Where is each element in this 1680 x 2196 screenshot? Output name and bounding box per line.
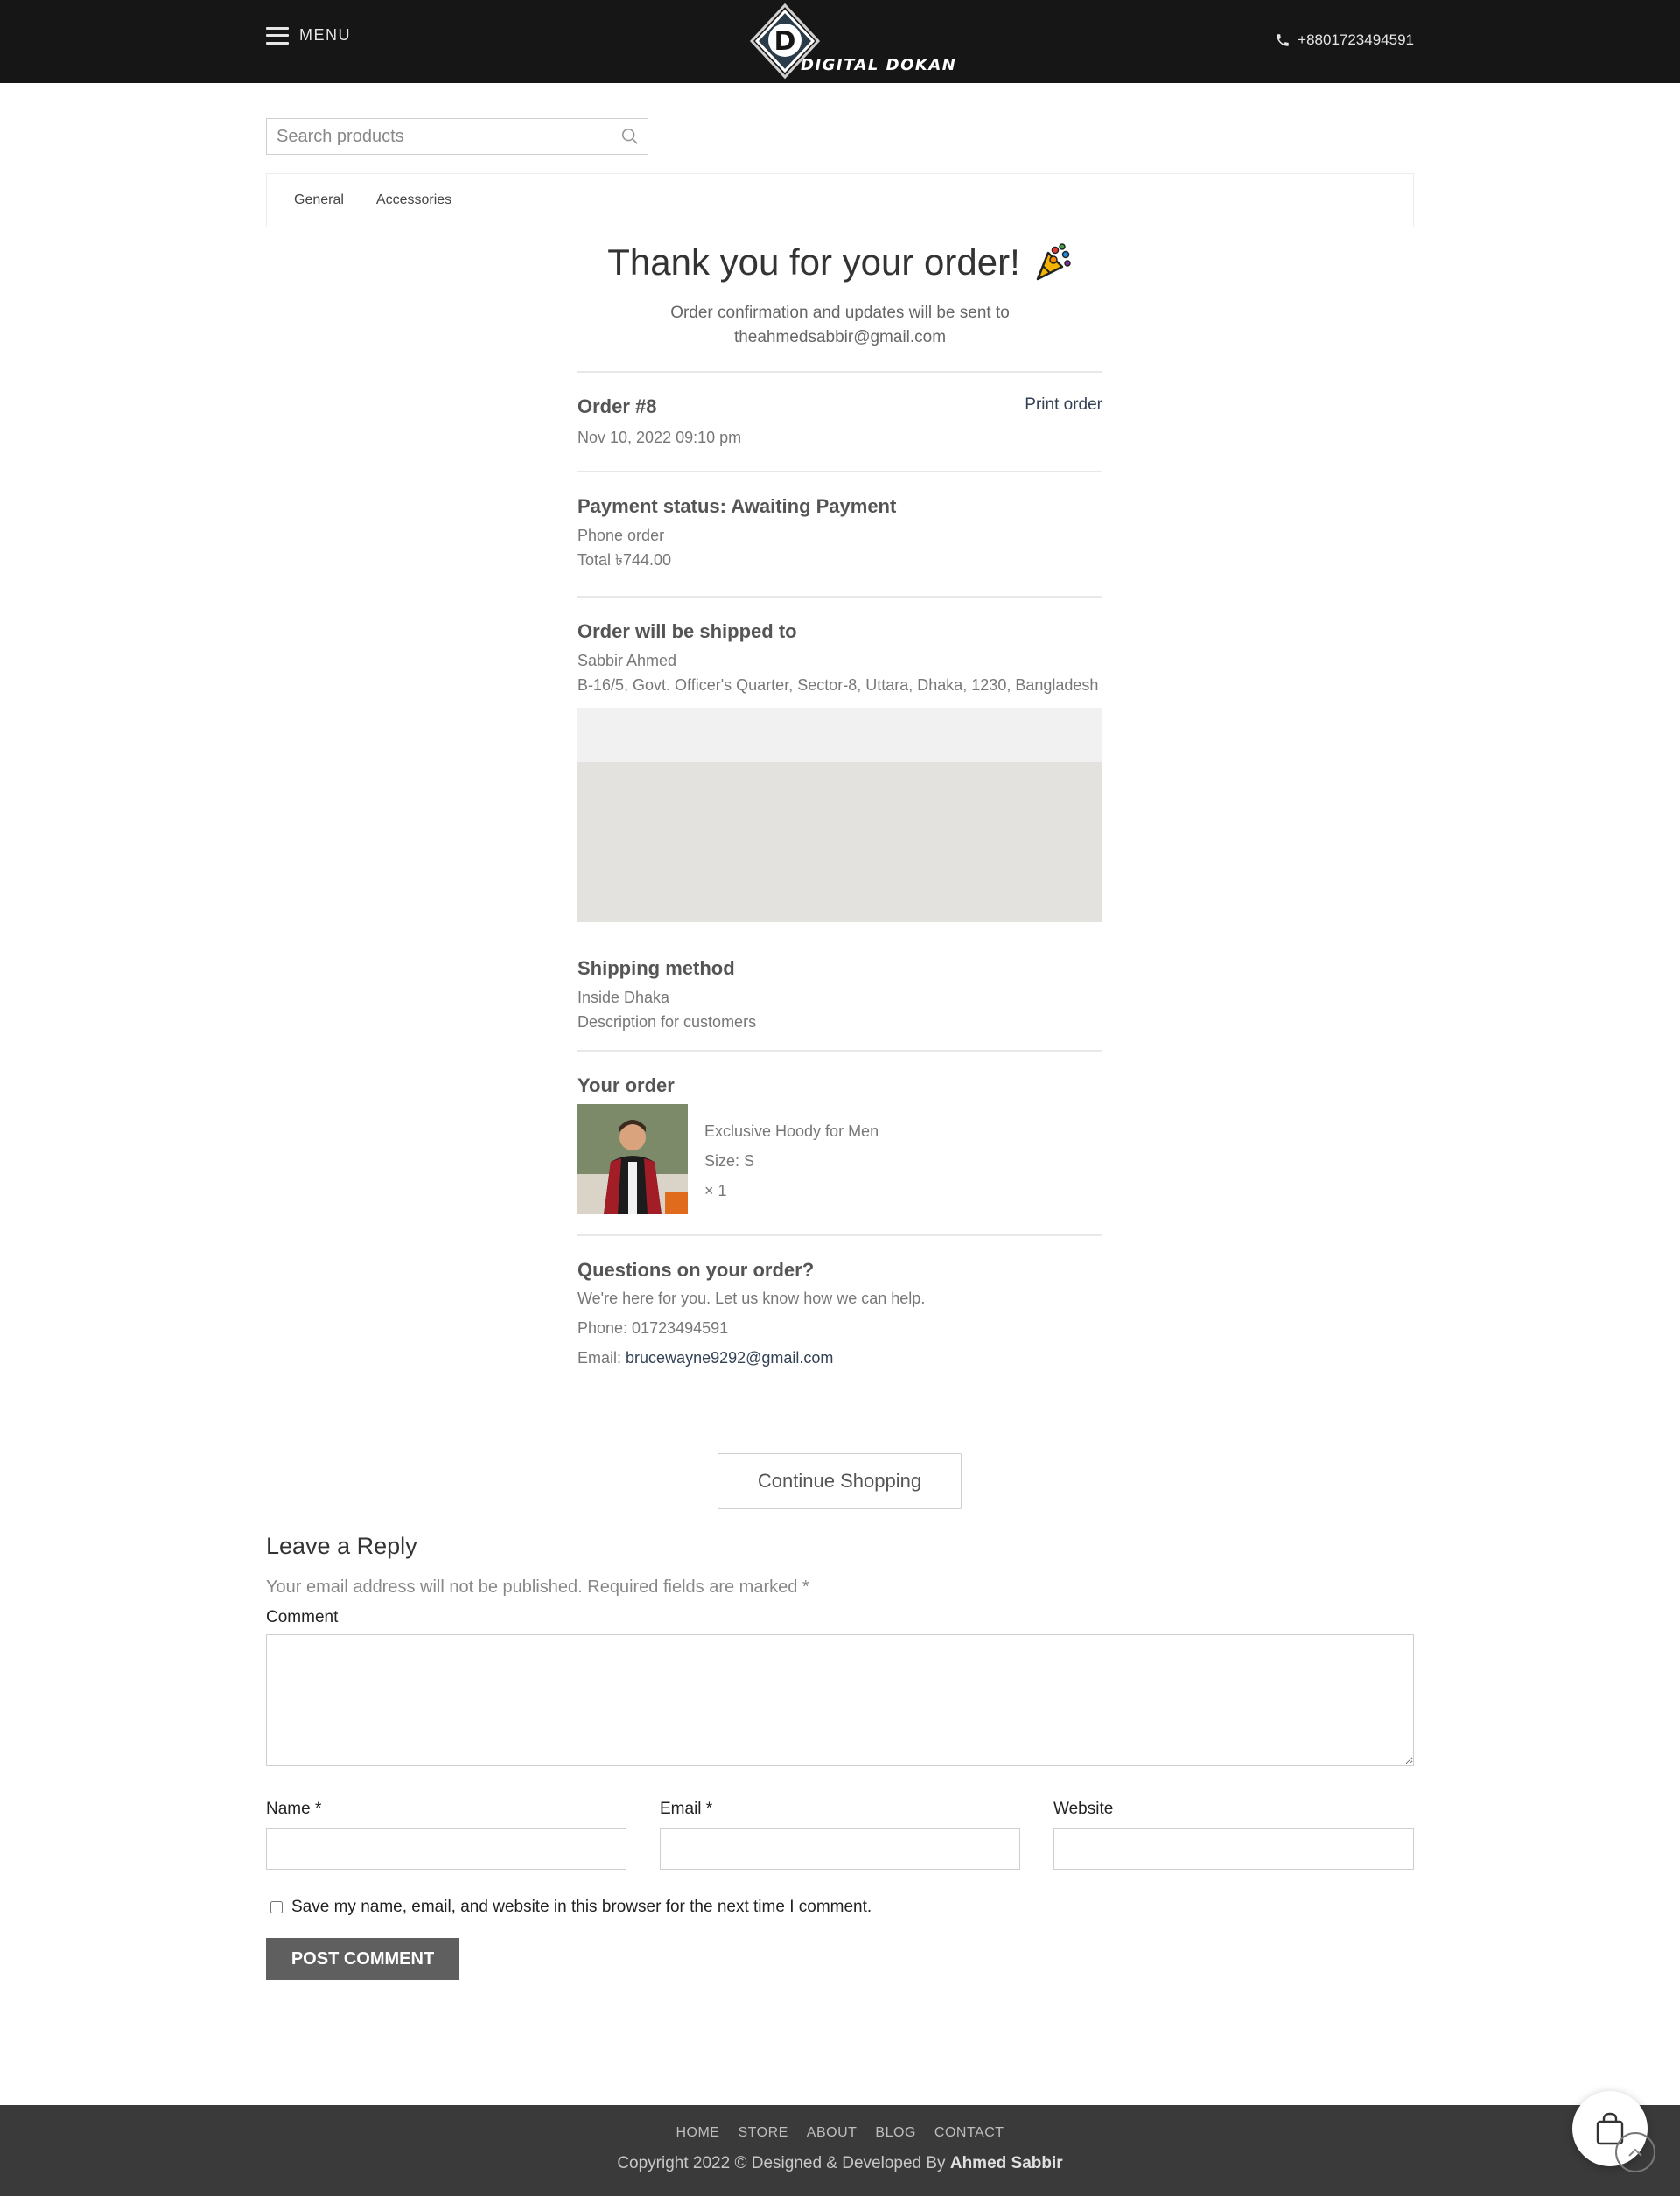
header-phone[interactable]: +8801723494591 <box>1275 31 1414 49</box>
category-nav: General Accessories <box>266 173 1414 227</box>
footer-link-contact[interactable]: CONTACT <box>934 2125 1004 2141</box>
questions-text: We're here for you. Let us know how we c… <box>578 1290 926 1307</box>
order-total: Total ৳744.00 <box>578 548 1102 572</box>
order-number: Order #8 <box>578 395 657 417</box>
product-thumbnail <box>578 1104 688 1214</box>
copyright-author: Ahmed Sabbir <box>949 2154 1063 2172</box>
menu-label: MENU <box>299 26 351 44</box>
category-general[interactable]: General <box>294 192 344 208</box>
post-comment-button[interactable]: POST COMMENT <box>266 1938 459 1980</box>
your-order-title: Your order <box>578 1074 675 1096</box>
email-field[interactable] <box>660 1828 1020 1870</box>
website-field[interactable] <box>1054 1828 1414 1870</box>
site-header: MENU D DIGITAL DOKAN +8801723494591 <box>0 0 1680 83</box>
reply-heading: Leave a Reply <box>266 1533 417 1559</box>
footer-link-store[interactable]: STORE <box>738 2125 788 2141</box>
comment-author-fields: Name * Email * Website <box>266 1800 1414 1870</box>
footer-link-blog[interactable]: BLOG <box>875 2125 915 2141</box>
website-label: Website <box>1054 1800 1114 1818</box>
order-item: Exclusive Hoody for Men Size: S × 1 <box>578 1104 1102 1214</box>
site-logo[interactable]: D DIGITAL DOKAN <box>749 3 956 80</box>
copyright: Copyright 2022 © Designed & Developed By… <box>0 2154 1680 2173</box>
order-item-info: Exclusive Hoody for Men Size: S × 1 <box>704 1104 878 1214</box>
hamburger-icon <box>266 26 289 45</box>
product-size: Size: S <box>704 1152 755 1170</box>
email-field-group: Email * <box>660 1800 1020 1870</box>
confirmation-subtitle: Order confirmation and updates will be s… <box>578 301 1102 350</box>
shipping-method-block: Shipping method Inside Dhaka Description… <box>578 957 1102 1050</box>
shipping-title: Order will be shipped to <box>578 620 797 642</box>
search-box <box>266 118 648 155</box>
order-confirmation: Thank you for your order! Order confirma… <box>578 234 1102 1373</box>
footer-link-about[interactable]: ABOUT <box>807 2125 858 2141</box>
name-label: Name * <box>266 1800 322 1818</box>
shipping-section: Order will be shipped to Sabbir Ahmed B-… <box>578 596 1102 1050</box>
thank-you-heading: Thank you for your order! <box>578 234 1102 290</box>
questions-section: Questions on your order? We're here for … <box>578 1234 1102 1373</box>
chevron-up-icon <box>1628 2148 1642 2157</box>
comment-label: Comment <box>266 1608 339 1626</box>
save-info-checkbox[interactable] <box>270 1901 283 1913</box>
search-icon[interactable] <box>612 119 648 154</box>
questions-phone: Phone: 01723494591 <box>578 1319 729 1337</box>
order-date: Nov 10, 2022 09:10 pm <box>578 429 742 446</box>
order-total-label: Total <box>578 551 612 569</box>
product-name: Exclusive Hoody for Men <box>704 1122 879 1140</box>
menu-button[interactable]: MENU <box>266 26 351 45</box>
site-footer: HOME STORE ABOUT BLOG CONTACT Copyright … <box>0 2105 1680 2196</box>
map-top-band <box>578 708 1102 762</box>
confirmation-email: theahmedsabbir@gmail.com <box>733 328 947 346</box>
payment-method: Phone order <box>578 527 665 544</box>
save-info-label: Save my name, email, and website in this… <box>291 1898 872 1916</box>
copyright-text: Copyright 2022 © Designed & Developed By <box>617 2154 946 2172</box>
shipping-address: B-16/5, Govt. Officer's Quarter, Sector-… <box>578 676 1099 694</box>
name-field-group: Name * <box>266 1800 626 1870</box>
print-order-link[interactable]: Print order <box>1025 395 1102 415</box>
shipping-method-description: Description for customers <box>578 1013 757 1031</box>
comment-form: Leave a Reply Your email address will no… <box>266 1533 1414 1980</box>
questions-email-label: Email: <box>578 1349 622 1367</box>
shipping-name: Sabbir Ahmed <box>578 652 677 669</box>
your-order-section: Your order Exclusive Hoody for Men Size: <box>578 1050 1102 1234</box>
search-input[interactable] <box>276 126 612 147</box>
order-summary-section: Order #8 Print order Nov 10, 2022 09:10 … <box>578 371 1102 471</box>
footer-nav: HOME STORE ABOUT BLOG CONTACT <box>0 2125 1680 2141</box>
category-accessories[interactable]: Accessories <box>376 192 452 208</box>
footer-link-home[interactable]: HOME <box>676 2125 719 2141</box>
name-field[interactable] <box>266 1828 626 1870</box>
reply-note: Your email address will not be published… <box>266 1577 809 1597</box>
logo-text: DIGITAL DOKAN <box>801 56 957 74</box>
confirmation-subtitle-text: Order confirmation and updates will be s… <box>670 304 1010 322</box>
logo-letter: D <box>774 26 796 57</box>
questions-email: Email: brucewayne9292@gmail.com <box>578 1343 1102 1373</box>
product-quantity: × 1 <box>704 1182 727 1199</box>
payment-status: Payment status: Awaiting Payment <box>578 495 897 517</box>
thank-you-text: Thank you for your order! <box>607 241 1020 283</box>
email-label: Email * <box>660 1800 713 1818</box>
support-email-link[interactable]: brucewayne9292@gmail.com <box>626 1349 833 1367</box>
phone-number: +8801723494591 <box>1298 31 1414 48</box>
save-info-row: Save my name, email, and website in this… <box>266 1898 1414 1917</box>
back-to-top-button[interactable] <box>1615 2132 1656 2172</box>
website-field-group: Website <box>1054 1800 1414 1870</box>
phone-icon <box>1277 34 1289 46</box>
questions-title: Questions on your order? <box>578 1259 815 1281</box>
continue-shopping-button[interactable]: Continue Shopping <box>718 1453 962 1509</box>
shipping-method-name: Inside Dhaka <box>578 989 670 1006</box>
shipping-map[interactable] <box>578 708 1102 922</box>
payment-section: Payment status: Awaiting Payment Phone o… <box>578 471 1102 596</box>
shipping-method-title: Shipping method <box>578 957 735 979</box>
order-total-value: ৳744.00 <box>615 551 672 569</box>
party-popper-icon <box>1036 243 1071 281</box>
comment-textarea[interactable] <box>266 1634 1414 1766</box>
